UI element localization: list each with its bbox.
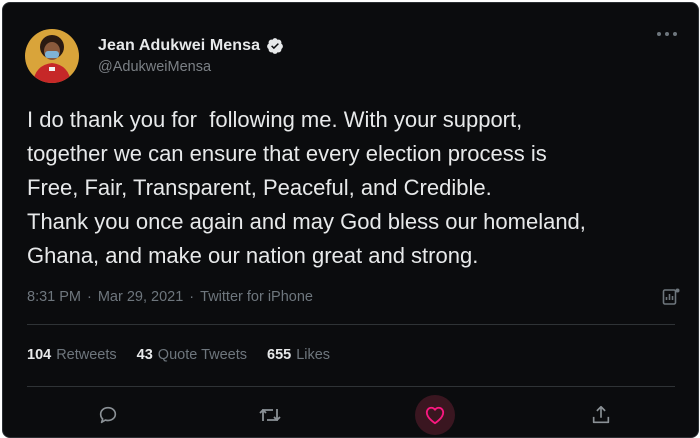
meta-separator: ·	[189, 289, 195, 305]
divider	[27, 386, 675, 387]
retweets-stat[interactable]: 104 Retweets	[27, 347, 117, 363]
author-row: Jean Adukwei Mensa	[98, 37, 284, 55]
divider	[27, 324, 675, 325]
tweet-meta: 8:31 PM · Mar 29, 2021 · Twitter for iPh…	[27, 289, 313, 305]
heart-icon	[424, 405, 446, 425]
likes-count: 655	[267, 347, 292, 363]
likes-stat[interactable]: 655 Likes	[267, 347, 330, 363]
avatar[interactable]	[25, 29, 79, 83]
quotes-label: Quote Tweets	[157, 347, 247, 363]
tweet-time[interactable]: 8:31 PM	[27, 289, 81, 305]
likes-label: Likes	[296, 347, 331, 363]
retweets-count: 104	[27, 347, 52, 363]
engagement-stats: 104 Retweets 43 Quote Tweets 655 Likes	[27, 347, 330, 363]
author-handle[interactable]: @AdukweiMensa	[98, 59, 211, 75]
tweet-source[interactable]: Twitter for iPhone	[200, 289, 313, 305]
author-name[interactable]: Jean Adukwei Mensa	[98, 37, 260, 55]
tweet-date[interactable]: Mar 29, 2021	[98, 289, 183, 305]
quotes-stat[interactable]: 43 Quote Tweets	[137, 347, 247, 363]
quotes-count: 43	[136, 347, 153, 363]
reply-icon	[97, 404, 119, 426]
analytics-icon[interactable]	[661, 287, 681, 307]
reply-button[interactable]	[88, 395, 128, 435]
meta-separator: ·	[87, 289, 92, 305]
retweet-button[interactable]	[250, 395, 290, 435]
verified-badge-icon	[266, 37, 284, 55]
tweet-card: Jean Adukwei Mensa @AdukweiMensa I do th…	[2, 2, 699, 438]
action-bar	[3, 395, 698, 437]
more-icon[interactable]	[656, 31, 678, 37]
retweets-label: Retweets	[56, 347, 117, 363]
tweet-text: I do thank you for following me. With yo…	[27, 107, 586, 268]
retweet-icon	[258, 404, 282, 426]
share-icon	[590, 404, 612, 426]
like-button[interactable]	[415, 395, 455, 435]
share-button[interactable]	[581, 395, 621, 435]
